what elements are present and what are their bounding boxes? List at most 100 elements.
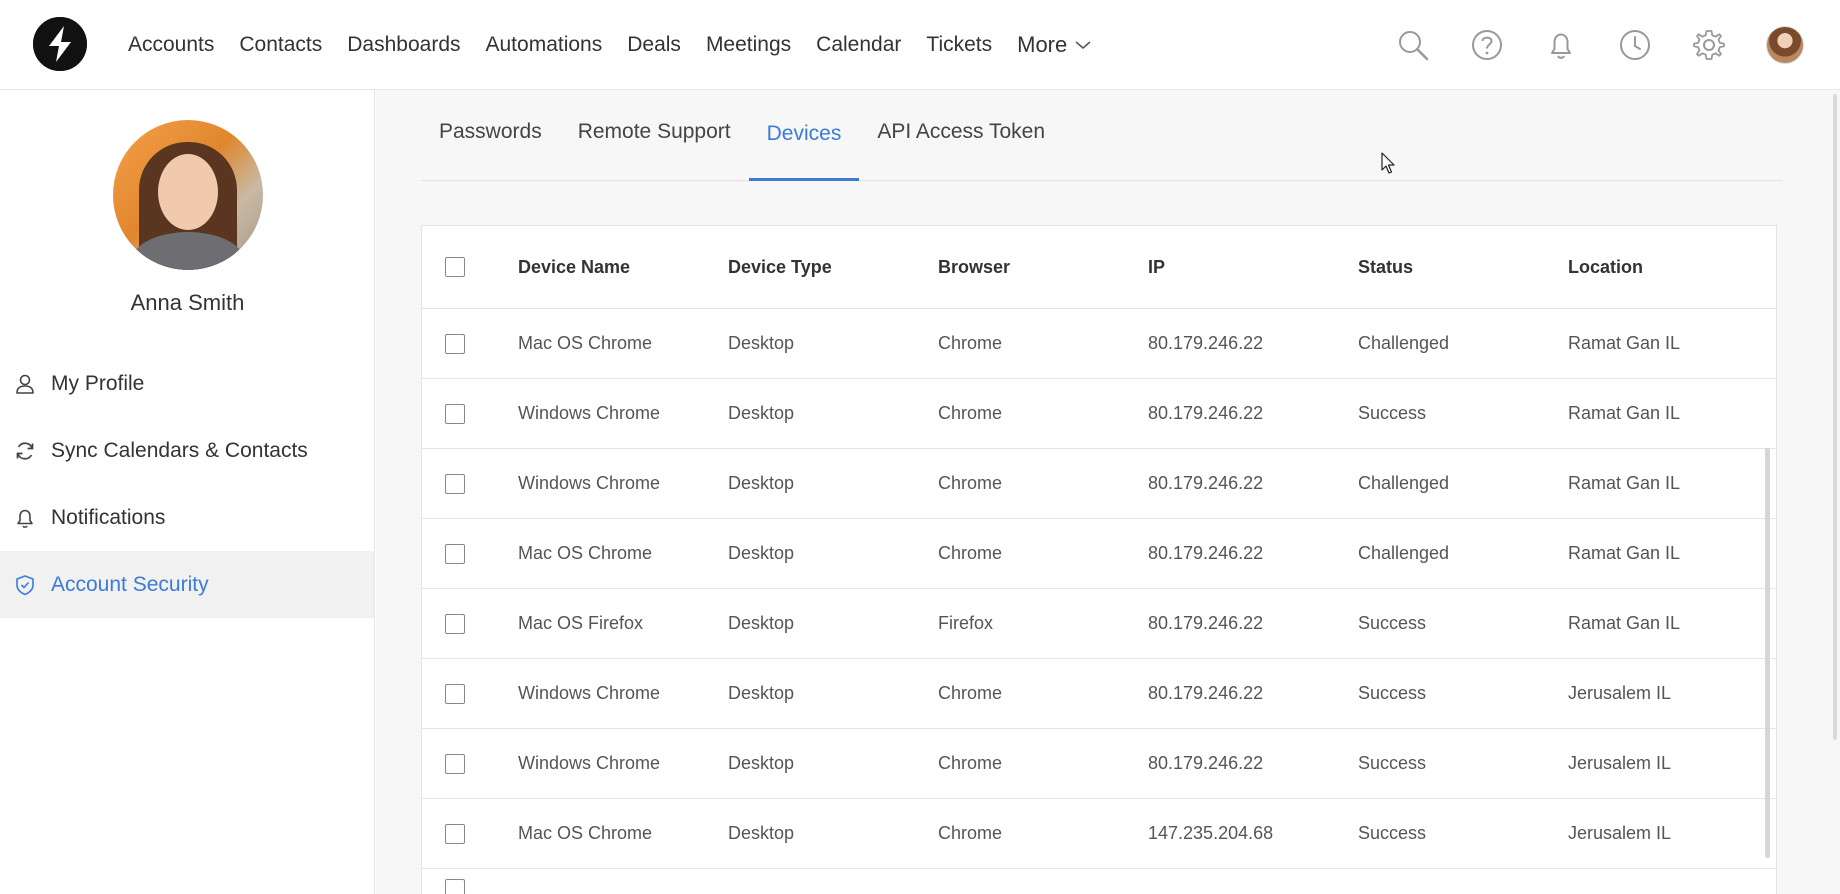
select-all-checkbox[interactable] bbox=[445, 257, 465, 277]
cell-status: Challenged bbox=[1358, 473, 1450, 493]
nav-more-label: More bbox=[1017, 32, 1068, 57]
sidebar-item-sync[interactable]: Sync Calendars & Contacts bbox=[0, 417, 374, 484]
column-header-device-name[interactable]: Device Name bbox=[518, 257, 728, 278]
cell-device-type: Desktop bbox=[728, 333, 795, 353]
cell-device-type: Desktop bbox=[728, 473, 795, 493]
row-checkbox[interactable] bbox=[445, 683, 465, 704]
sidebar-item-account-security[interactable]: Account Security bbox=[0, 551, 374, 618]
nav-item-deals[interactable]: Deals bbox=[627, 33, 681, 57]
search-icon[interactable] bbox=[1396, 28, 1430, 62]
column-header-status[interactable]: Status bbox=[1358, 257, 1568, 278]
sidebar: Anna Smith My Profile Sync Calendars & C… bbox=[0, 90, 375, 894]
table-scrollbar[interactable] bbox=[1765, 448, 1770, 858]
main-nav: Accounts Contacts Dashboards Automations… bbox=[112, 0, 1100, 90]
cell-status: Success bbox=[1358, 753, 1427, 773]
app-logo[interactable] bbox=[33, 17, 87, 71]
cell-location: Ramat Gan IL bbox=[1568, 333, 1681, 353]
devices-table: Device Name Device Type Browser IP Statu… bbox=[421, 225, 1777, 894]
row-checkbox[interactable] bbox=[445, 333, 465, 354]
nav-item-contacts[interactable]: Contacts bbox=[239, 33, 322, 57]
cell-location: Ramat Gan IL bbox=[1568, 403, 1681, 423]
cell-device-type: Desktop bbox=[728, 753, 795, 773]
row-checkbox[interactable] bbox=[445, 473, 465, 494]
nav-item-accounts[interactable]: Accounts bbox=[128, 33, 214, 57]
cell-device-name: Windows Chrome bbox=[518, 473, 661, 493]
nav-item-tickets[interactable]: Tickets bbox=[926, 33, 992, 57]
table-row[interactable]: Mac OS Chrome Desktop Chrome 147.235.204.68… bbox=[422, 799, 1776, 869]
cell-status: Success bbox=[1358, 613, 1427, 633]
gear-icon[interactable] bbox=[1692, 28, 1726, 62]
table-header: Device Name Device Type Browser IP Statu… bbox=[422, 226, 1776, 309]
help-icon[interactable] bbox=[1470, 28, 1504, 62]
cell-ip: 80.179.246.22 bbox=[1148, 473, 1264, 493]
cell-location: Jerusalem IL bbox=[1568, 753, 1672, 773]
nav-item-calendar[interactable]: Calendar bbox=[816, 33, 901, 57]
top-navigation-bar: Accounts Contacts Dashboards Automations… bbox=[0, 0, 1840, 90]
cell-status: Success bbox=[1358, 683, 1427, 703]
cell-browser: Firefox bbox=[938, 613, 994, 633]
user-avatar[interactable] bbox=[1766, 26, 1804, 64]
cell-ip: 80.179.246.22 bbox=[1148, 613, 1264, 633]
cell-device-name: Windows Chrome bbox=[518, 403, 661, 423]
row-checkbox[interactable] bbox=[445, 753, 465, 774]
page-scrollbar[interactable] bbox=[1832, 94, 1840, 740]
bell-icon[interactable] bbox=[1544, 28, 1578, 62]
cell-browser: Chrome bbox=[938, 403, 1003, 423]
row-checkbox[interactable] bbox=[445, 878, 465, 894]
sidebar-item-label: My Profile bbox=[51, 371, 145, 395]
shield-icon bbox=[14, 574, 36, 596]
profile-photo bbox=[113, 120, 263, 270]
sidebar-item-notifications[interactable]: Notifications bbox=[0, 484, 374, 551]
sidebar-menu: My Profile Sync Calendars & Contacts Not… bbox=[0, 350, 374, 618]
cell-location: Jerusalem IL bbox=[1568, 683, 1672, 703]
table-row[interactable]: Windows Chrome Desktop Chrome 80.179.246.22… bbox=[422, 659, 1776, 729]
cell-device-type: Desktop bbox=[728, 823, 795, 843]
tab-passwords[interactable]: Passwords bbox=[421, 86, 560, 177]
column-header-browser[interactable]: Browser bbox=[938, 257, 1148, 278]
table-row[interactable]: Windows Chrome Desktop Chrome 80.179.246.22… bbox=[422, 449, 1776, 519]
nav-item-dashboards[interactable]: Dashboards bbox=[347, 33, 460, 57]
cell-device-type: Desktop bbox=[728, 543, 795, 563]
cell-device-type: Desktop bbox=[728, 683, 795, 703]
cell-status: Success bbox=[1358, 403, 1427, 423]
nav-more-dropdown[interactable]: More bbox=[1017, 32, 1091, 58]
page-scrollbar-thumb[interactable] bbox=[1833, 94, 1837, 740]
table-row[interactable]: Windows Chrome Desktop Chrome 80.179.246.22… bbox=[422, 729, 1776, 799]
sidebar-item-my-profile[interactable]: My Profile bbox=[0, 350, 374, 417]
cell-status: Success bbox=[1358, 823, 1427, 843]
cell-location: Ramat Gan IL bbox=[1568, 543, 1681, 563]
column-header-location[interactable]: Location bbox=[1568, 257, 1758, 278]
table-row[interactable]: Mac OS Chrome Desktop Chrome 80.179.246.22 C… bbox=[422, 519, 1776, 589]
sidebar-item-label: Account Security bbox=[51, 572, 209, 596]
cell-ip: 147.235.204.68 bbox=[1148, 823, 1274, 843]
cell-ip: 80.179.246.22 bbox=[1148, 333, 1264, 353]
cell-device-name: Mac OS Chrome bbox=[518, 543, 653, 563]
table-row[interactable]: Mac OS Chrome Desktop Chrome 80.179.246.22 C… bbox=[422, 309, 1776, 379]
chevron-down-icon bbox=[1075, 41, 1091, 50]
table-row-partial bbox=[422, 869, 1776, 894]
row-checkbox[interactable] bbox=[445, 543, 465, 564]
column-header-device-type[interactable]: Device Type bbox=[728, 257, 938, 278]
clock-icon[interactable] bbox=[1618, 28, 1652, 62]
table-row[interactable]: Mac OS Firefox Desktop Firefox 80.179.246.2… bbox=[422, 589, 1776, 659]
bell-icon bbox=[14, 507, 36, 529]
person-icon bbox=[14, 373, 36, 395]
cell-device-name: Mac OS Firefox bbox=[518, 613, 644, 633]
cell-ip: 80.179.246.22 bbox=[1148, 543, 1264, 563]
tab-remote-support[interactable]: Remote Support bbox=[560, 86, 749, 177]
tab-devices[interactable]: Devices bbox=[748, 90, 860, 181]
cell-location: Ramat Gan IL bbox=[1568, 473, 1681, 493]
column-header-ip[interactable]: IP bbox=[1148, 257, 1358, 278]
security-tabs: Passwords Remote Support Devices API Acc… bbox=[421, 90, 1783, 181]
nav-item-meetings[interactable]: Meetings bbox=[706, 33, 791, 57]
cell-browser: Chrome bbox=[938, 823, 1003, 843]
row-checkbox[interactable] bbox=[445, 403, 465, 424]
tab-api-access-token[interactable]: API Access Token bbox=[859, 86, 1063, 177]
cell-ip: 80.179.246.22 bbox=[1148, 403, 1264, 423]
cell-device-name: Windows Chrome bbox=[518, 753, 661, 773]
table-row[interactable]: Windows Chrome Desktop Chrome 80.179.246.22… bbox=[422, 379, 1776, 449]
row-checkbox[interactable] bbox=[445, 823, 465, 844]
cell-ip: 80.179.246.22 bbox=[1148, 683, 1264, 703]
row-checkbox[interactable] bbox=[445, 613, 465, 634]
nav-item-automations[interactable]: Automations bbox=[486, 33, 603, 57]
